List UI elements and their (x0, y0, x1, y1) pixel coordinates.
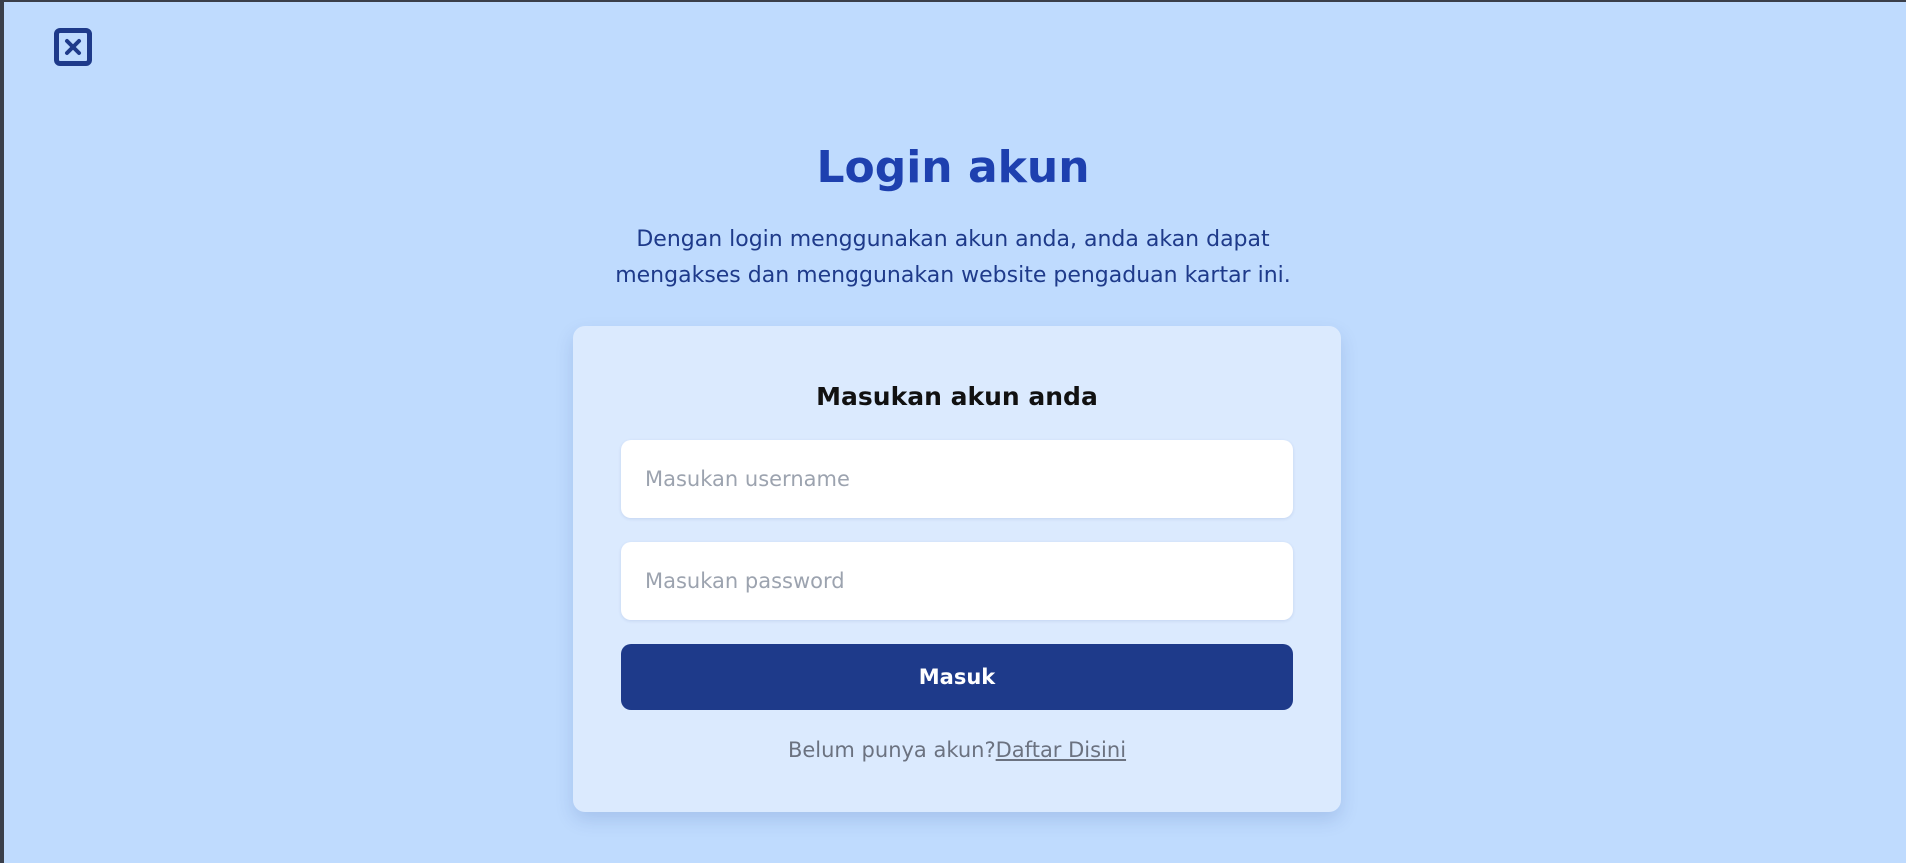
page-title: Login akun (816, 142, 1090, 193)
login-card: Masukan akun anda Masuk Belum punya akun… (573, 326, 1341, 812)
close-button[interactable] (54, 28, 92, 66)
username-input[interactable] (621, 440, 1293, 518)
subtitle-line-1: Dengan login menggunakan akun anda, anda… (636, 227, 1270, 252)
window-frame-top (0, 0, 1906, 2)
close-icon (65, 39, 81, 55)
login-card-title: Masukan akun anda (816, 382, 1098, 411)
login-button[interactable]: Masuk (621, 644, 1293, 710)
register-prompt-text: Belum punya akun? (787, 738, 996, 762)
password-input[interactable] (621, 542, 1293, 620)
window-frame-left (0, 0, 4, 863)
subtitle-line-2: mengakses dan menggunakan website pengad… (615, 263, 1291, 288)
register-link[interactable]: Daftar Disini (996, 738, 1126, 762)
page-subtitle: Dengan login menggunakan akun anda, anda… (0, 222, 1906, 294)
register-prompt: Belum punya akun?Daftar Disini (573, 738, 1341, 762)
